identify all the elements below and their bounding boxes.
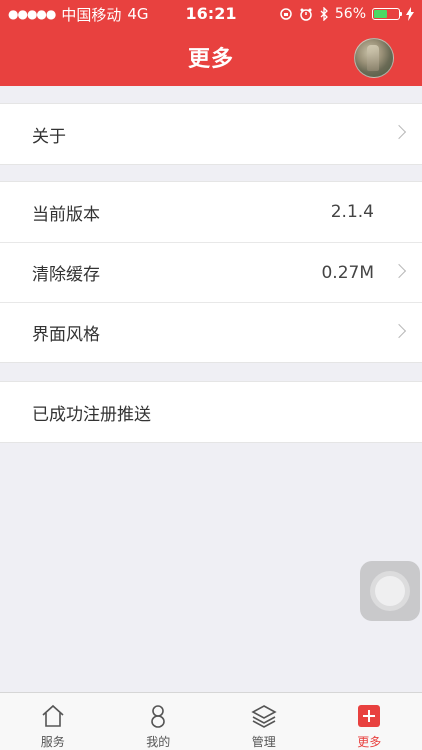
- clear-cache-row[interactable]: 清除缓存 0.27M: [0, 242, 422, 302]
- bluetooth-icon: [320, 7, 328, 21]
- plus-icon: [356, 703, 382, 729]
- theme-label: 界面风格: [32, 325, 100, 345]
- push-status-row: 已成功注册推送: [0, 382, 422, 442]
- tab-label: 服务: [40, 735, 65, 749]
- chevron-right-icon: [391, 323, 407, 339]
- version-value: 2.1.4: [330, 202, 374, 222]
- battery-tip: [400, 12, 402, 16]
- charging-icon: [406, 7, 414, 21]
- assistive-touch-inner-ring: [375, 576, 405, 606]
- tab-manage[interactable]: 管理: [211, 693, 317, 750]
- assistive-touch-button[interactable]: [360, 561, 420, 621]
- settings-group: 当前版本 2.1.4 清除缓存 0.27M 界面风格: [0, 181, 422, 363]
- tab-bar: 服务 我的 管理 更多: [0, 692, 422, 750]
- push-status-label: 已成功注册推送: [32, 404, 151, 425]
- tab-mine[interactable]: 我的: [106, 693, 212, 750]
- avatar[interactable]: [354, 38, 394, 78]
- about-group: 关于: [0, 103, 422, 165]
- person-icon: [151, 705, 166, 728]
- tab-label: 管理: [251, 735, 276, 749]
- battery-fill: [374, 10, 387, 18]
- battery-icon: [372, 8, 402, 20]
- push-group: 已成功注册推送: [0, 381, 422, 443]
- orientation-lock-icon: [280, 8, 292, 20]
- chevron-right-icon: [391, 263, 407, 279]
- chevron-right-icon: [391, 124, 407, 140]
- tab-label: 更多: [357, 735, 382, 749]
- cache-size-value: 0.27M: [321, 262, 374, 283]
- layers-icon: [251, 705, 277, 728]
- plus-box: [358, 705, 381, 727]
- status-right: 56%: [279, 0, 414, 28]
- alarm-icon: [300, 8, 312, 21]
- battery-percent: 56%: [334, 6, 366, 22]
- tab-service[interactable]: 服务: [0, 693, 106, 750]
- theme-row[interactable]: 界面风格: [0, 302, 422, 362]
- version-label: 当前版本: [32, 204, 100, 225]
- version-row: 当前版本 2.1.4: [0, 182, 422, 242]
- status-bar: ●●●●● 中国移动 4G 16:21 56%: [0, 0, 422, 28]
- clear-cache-label: 清除缓存: [32, 265, 100, 285]
- about-label: 关于: [32, 126, 66, 147]
- home-icon: [42, 704, 64, 727]
- tab-more[interactable]: 更多: [317, 693, 422, 750]
- navigation-bar: 更多: [0, 28, 422, 86]
- about-row[interactable]: 关于: [0, 104, 422, 164]
- tab-label: 我的: [146, 735, 171, 749]
